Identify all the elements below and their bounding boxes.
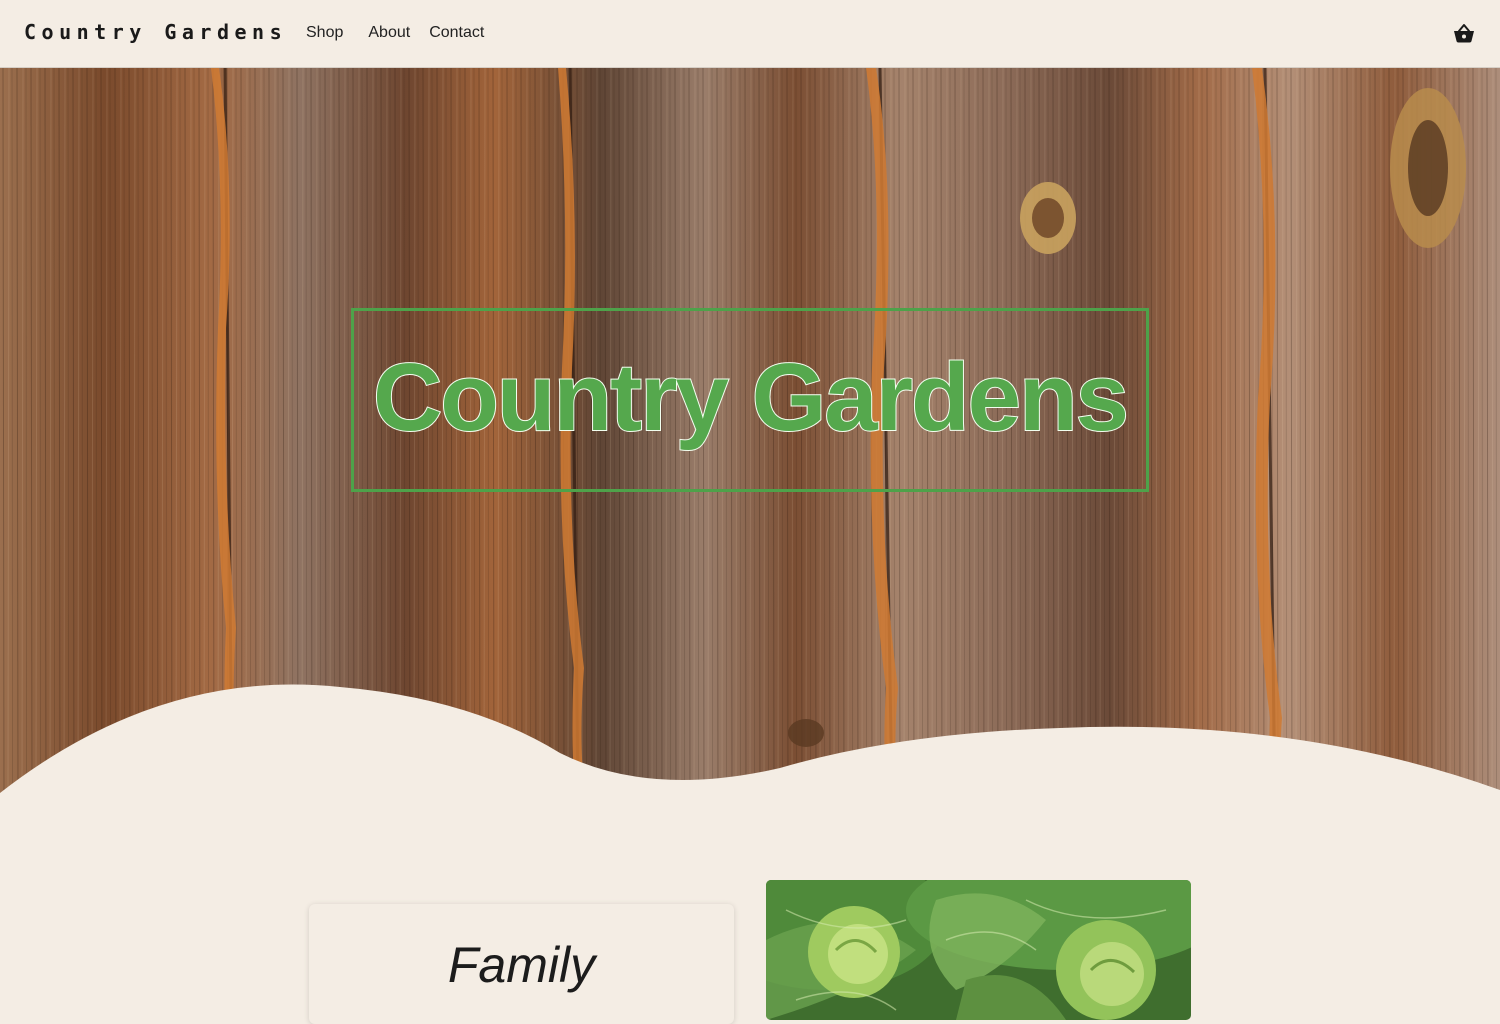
cabbage-image [766,880,1191,1020]
top-nav-bar: Country Gardens Shop About Contact [0,0,1500,68]
hero-banner: Country Gardens [0,68,1500,800]
intro-card-title: Family [447,937,596,993]
intro-card: Family [309,904,734,1024]
hero-title: Country Gardens [372,343,1130,452]
shopping-basket-icon[interactable] [1452,22,1476,46]
nav-shop-link[interactable]: Shop [306,24,343,42]
main-nav: Shop About Contact [306,24,484,42]
nav-contact-link[interactable]: Contact [429,24,484,42]
brand-logo-text[interactable]: Country Gardens [24,20,287,44]
nav-about-link[interactable]: About [368,24,410,42]
